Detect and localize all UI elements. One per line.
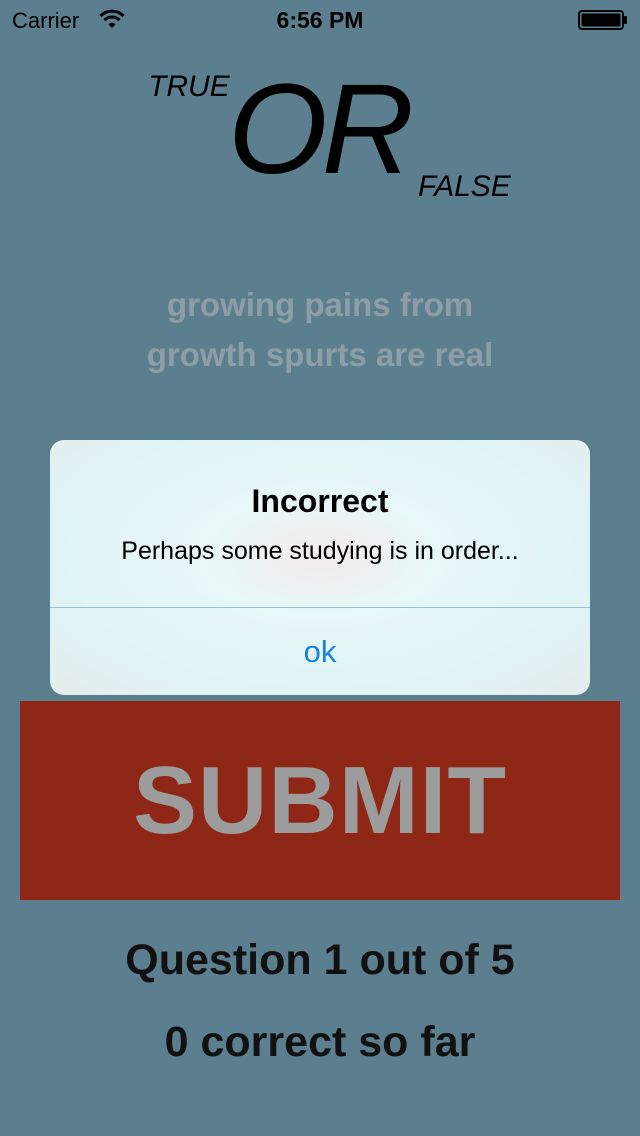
battery-icon bbox=[578, 10, 627, 30]
incorrect-alert-dialog: Incorrect Perhaps some studying is in or… bbox=[50, 440, 590, 695]
statement-line-1: growing pains from bbox=[166, 286, 474, 323]
score-text: 0 correct so far bbox=[164, 1018, 476, 1066]
question-statement: growing pains from growth spurts are rea… bbox=[60, 280, 580, 380]
alert-ok-label: ok bbox=[303, 633, 337, 669]
logo-true-text: TRUE bbox=[148, 70, 230, 103]
logo-or-text: OR bbox=[228, 58, 414, 201]
quiz-screen: Carrier 6:56 PM TRUE OR FALSE growing pa… bbox=[0, 0, 640, 1136]
alert-title: Incorrect bbox=[251, 483, 389, 519]
submit-button[interactable]: SUBMIT bbox=[20, 701, 620, 900]
question-progress: Question 1 out of 5 bbox=[125, 936, 515, 984]
alert-message: Perhaps some studying is in order... bbox=[121, 537, 519, 565]
submit-button-label: SUBMIT bbox=[133, 746, 507, 854]
status-bar: Carrier 6:56 PM bbox=[0, 0, 640, 40]
statement-line-2: growth spurts are real bbox=[146, 336, 494, 373]
logo-false-text: FALSE bbox=[418, 170, 511, 203]
alert-ok-button[interactable]: ok bbox=[50, 608, 590, 695]
clock: 6:56 PM bbox=[276, 7, 364, 33]
